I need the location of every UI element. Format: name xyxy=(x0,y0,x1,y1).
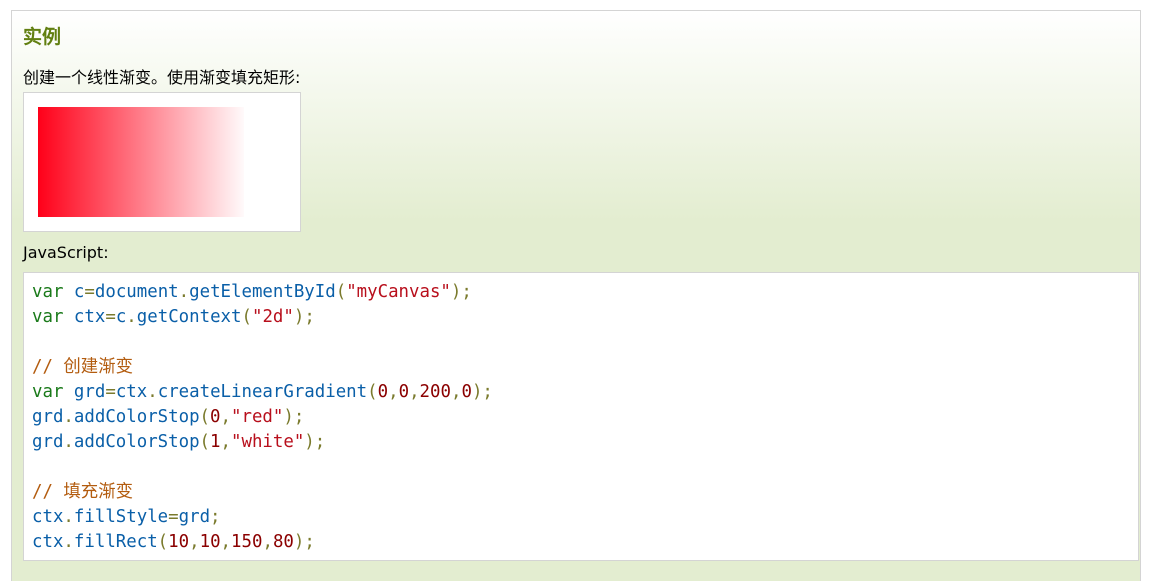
code-token: getElementById xyxy=(189,282,336,302)
javascript-label: JavaScript: xyxy=(23,243,109,262)
code-token: getContext xyxy=(136,307,242,327)
code-token: 10 xyxy=(168,532,190,552)
code-line: ​ xyxy=(32,455,493,480)
code-token: addColorStop xyxy=(73,432,200,452)
code-token: . xyxy=(63,407,74,427)
code-token: var xyxy=(32,382,64,402)
code-token: c xyxy=(115,307,127,327)
code-token: ( xyxy=(157,532,169,552)
code-token: . xyxy=(63,507,74,527)
code-token: "white" xyxy=(231,432,305,452)
code-token: = xyxy=(168,507,179,527)
code-token: ); xyxy=(471,382,493,402)
code-line: // 填充渐变 xyxy=(32,480,493,505)
code-token: createLinearGradient xyxy=(157,382,368,402)
code-token: ( xyxy=(335,282,347,302)
code-token: , xyxy=(450,382,462,402)
code-token: ctx xyxy=(115,382,148,402)
example-description: 创建一个线性渐变。使用渐变填充矩形: xyxy=(23,68,301,87)
canvas-preview xyxy=(23,92,301,232)
code-token: 0 xyxy=(398,382,410,402)
code-token: // 填充渐变 xyxy=(32,482,133,502)
code-token: "red" xyxy=(231,407,284,427)
code-block: var c=document.getElementById("myCanvas"… xyxy=(23,272,1139,561)
code-token: 10 xyxy=(199,532,221,552)
example-title: 实例 xyxy=(23,26,62,48)
code-token: . xyxy=(63,432,74,452)
code-token: . xyxy=(147,382,158,402)
code-token: grd xyxy=(32,432,64,452)
code-token: , xyxy=(189,532,200,552)
code-token: // 创建渐变 xyxy=(32,357,133,377)
code-token: fillStyle xyxy=(73,507,169,527)
code-token: 200 xyxy=(419,382,451,402)
code-token: ); xyxy=(283,407,305,427)
code-token: grd xyxy=(178,507,211,527)
gradient-rectangle xyxy=(38,107,244,217)
code-token: 0 xyxy=(377,382,389,402)
code-token: , xyxy=(388,382,399,402)
code-token: "2d" xyxy=(251,307,294,327)
code-token: ctx xyxy=(32,507,64,527)
code-line: // 创建渐变 xyxy=(32,355,493,380)
code-token: ; xyxy=(210,507,221,527)
code-token: ); xyxy=(293,307,315,327)
code-token: 80 xyxy=(272,532,294,552)
code-line: ctx.fillRect(10,10,150,80); xyxy=(32,530,493,555)
code-line: grd.addColorStop(0,"red"); xyxy=(32,405,493,430)
code-line: ​ xyxy=(32,330,493,355)
code-token: 1 xyxy=(210,432,221,452)
code-token: = xyxy=(105,307,116,327)
code-token: 0 xyxy=(210,407,221,427)
code-token: var xyxy=(32,307,64,327)
code-line: var grd=ctx.createLinearGradient(0,0,200… xyxy=(32,380,493,405)
code-token: ( xyxy=(199,432,211,452)
code-token: , xyxy=(220,432,231,452)
code-token: 0 xyxy=(461,382,472,402)
code-token: ); xyxy=(304,432,326,452)
code-line: ctx.fillStyle=grd; xyxy=(32,505,493,530)
code-token: ( xyxy=(199,407,211,427)
code-line: grd.addColorStop(1,"white"); xyxy=(32,430,493,455)
code-line: var c=document.getElementById("myCanvas"… xyxy=(32,280,493,305)
code-token: ( xyxy=(241,307,252,327)
code-content: var c=document.getElementById("myCanvas"… xyxy=(32,280,493,555)
code-line: var ctx=c.getContext("2d"); xyxy=(32,305,493,330)
code-token: grd xyxy=(32,407,64,427)
code-token: fillRect xyxy=(73,532,158,552)
code-token: , xyxy=(220,407,231,427)
code-token: , xyxy=(409,382,420,402)
code-token: addColorStop xyxy=(73,407,200,427)
code-token: ); xyxy=(450,282,472,302)
code-token: ); xyxy=(293,532,315,552)
code-token: document xyxy=(94,282,179,302)
code-token: . xyxy=(126,307,137,327)
code-token: ctx xyxy=(32,532,64,552)
code-token: ctx xyxy=(73,307,106,327)
code-token: var xyxy=(32,282,64,302)
code-token: , xyxy=(220,532,232,552)
code-token: "myCanvas" xyxy=(346,282,451,302)
code-token: = xyxy=(105,382,116,402)
code-token: = xyxy=(84,282,95,302)
code-token: . xyxy=(178,282,190,302)
code-token: ( xyxy=(367,382,378,402)
code-token: 150 xyxy=(231,532,263,552)
code-token: , xyxy=(262,532,273,552)
example-section: 实例 创建一个线性渐变。使用渐变填充矩形: JavaScript: var c=… xyxy=(11,10,1141,581)
code-token: grd xyxy=(73,382,106,402)
code-token: c xyxy=(73,282,85,302)
code-token: . xyxy=(63,532,74,552)
